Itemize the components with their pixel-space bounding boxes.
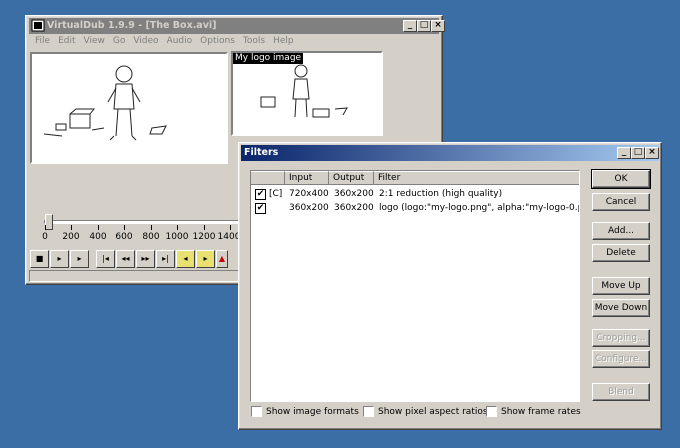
move-up-button[interactable]: Move Up [592, 277, 650, 295]
filters-title-bar[interactable]: Filters [241, 145, 659, 161]
ok-button[interactable]: OK [591, 169, 651, 189]
column-header-filter[interactable]: Filter [374, 171, 579, 185]
cropping-button[interactable]: Cropping... [592, 329, 650, 347]
output-frame-image [260, 64, 348, 118]
menu-go[interactable]: Go [109, 36, 129, 46]
tick-label: 400 [89, 232, 107, 242]
app-icon [31, 19, 45, 32]
tick-mark [177, 225, 178, 230]
menu-video[interactable]: Video [129, 36, 162, 46]
move-down-button[interactable]: Move Down [592, 299, 650, 317]
filter-list[interactable]: Input Output Filter ✔ [C] 720x400 360x20… [250, 170, 580, 402]
menu-view[interactable]: View [80, 36, 109, 46]
rewind-icon[interactable]: ◂◂ [116, 250, 135, 268]
forward-icon[interactable]: ▸▸ [136, 250, 155, 268]
prev-key-icon[interactable]: ◂ [176, 250, 195, 268]
show-image-formats-label: Show image formats [266, 406, 359, 417]
menu-file[interactable]: File [31, 36, 54, 46]
column-header-output[interactable]: Output [329, 171, 374, 185]
play-input-icon[interactable]: ▸ [50, 250, 69, 268]
filter-name: logo (logo:"my-logo.png", alpha:"my-logo… [379, 203, 579, 213]
tick-mark [71, 225, 72, 230]
show-pixel-aspect-checkbox[interactable] [363, 406, 374, 417]
filters-close-button[interactable]: × [645, 147, 659, 159]
filter-row[interactable]: ✔ 360x200 360x200 logo (logo:"my-logo.pn… [251, 202, 579, 215]
filter-row[interactable]: ✔ [C] 720x400 360x200 2:1 reduction (hig… [251, 188, 579, 201]
tick-mark [98, 225, 99, 230]
app-title: VirtualDub 1.9.9 - [The Box.avi] [47, 20, 217, 31]
timeline-track[interactable] [44, 220, 240, 224]
start-icon[interactable]: |◂ [96, 250, 115, 268]
filter-enable-checkbox[interactable]: ✔ [255, 203, 266, 214]
cancel-button[interactable]: Cancel [592, 193, 650, 211]
show-pixel-aspect-label: Show pixel aspect ratios [378, 406, 488, 417]
filter-flag: [C] [269, 189, 283, 199]
show-frame-rates-label: Show frame rates [501, 406, 581, 417]
filter-output-size: 360x200 [334, 203, 374, 213]
next-key-icon[interactable]: ▸ [196, 250, 215, 268]
menu-audio[interactable]: Audio [163, 36, 197, 46]
delete-button[interactable]: Delete [592, 244, 650, 262]
input-frame-image [43, 65, 167, 141]
tick-label: 600 [115, 232, 133, 242]
blend-button[interactable]: Blend [592, 383, 650, 401]
tick-mark [204, 225, 205, 230]
tick-mark [151, 225, 152, 230]
scene-icon[interactable]: ▲ [216, 250, 228, 268]
column-header-check[interactable] [251, 171, 285, 185]
menu-help[interactable]: Help [269, 36, 298, 46]
filters-maximize-button[interactable]: □ [631, 147, 645, 159]
tick-label: 0 [42, 232, 48, 242]
show-pixel-aspect-option[interactable]: Show pixel aspect ratios [363, 406, 488, 417]
show-image-formats-option[interactable]: Show image formats [251, 406, 359, 417]
main-title-bar[interactable]: VirtualDub 1.9.9 - [The Box.avi] [29, 18, 439, 34]
show-frame-rates-option[interactable]: Show frame rates [486, 406, 581, 417]
play-output-icon[interactable]: ▸ [70, 250, 89, 268]
close-button[interactable]: × [431, 20, 445, 32]
tick-mark [124, 225, 125, 230]
maximize-button[interactable]: □ [417, 20, 431, 32]
minimize-button[interactable]: _ [403, 20, 417, 32]
status-bar [29, 270, 239, 282]
tick-label: 1000 [165, 232, 189, 242]
menu-tools[interactable]: Tools [239, 36, 269, 46]
tick-mark [230, 225, 231, 230]
configure-button[interactable]: Configure... [592, 350, 650, 368]
filter-input-size: 720x400 [289, 189, 329, 199]
end-icon[interactable]: ▸| [156, 250, 175, 268]
tick-label: 200 [62, 232, 80, 242]
input-video-pane [30, 52, 228, 164]
filter-name: 2:1 reduction (high quality) [379, 189, 503, 199]
tick-label: 800 [142, 232, 160, 242]
filter-output-size: 360x200 [334, 189, 374, 199]
timeline-thumb[interactable] [45, 214, 53, 230]
stop-icon[interactable]: ■ [30, 250, 49, 268]
show-image-formats-checkbox[interactable] [251, 406, 262, 417]
tick-label: 1200 [192, 232, 216, 242]
menu-bar: File Edit View Go Video Audio Options To… [31, 36, 298, 46]
column-header-input[interactable]: Input [285, 171, 329, 185]
show-frame-rates-checkbox[interactable] [486, 406, 497, 417]
output-video-pane: My logo image [231, 51, 383, 136]
menu-options[interactable]: Options [196, 36, 239, 46]
tick-mark [45, 225, 46, 230]
filter-enable-checkbox[interactable]: ✔ [255, 189, 266, 200]
filters-title: Filters [244, 147, 279, 158]
filter-input-size: 360x200 [289, 203, 329, 213]
menu-edit[interactable]: Edit [54, 36, 79, 46]
filters-minimize-button[interactable]: _ [617, 147, 631, 159]
add-button[interactable]: Add... [592, 222, 650, 240]
